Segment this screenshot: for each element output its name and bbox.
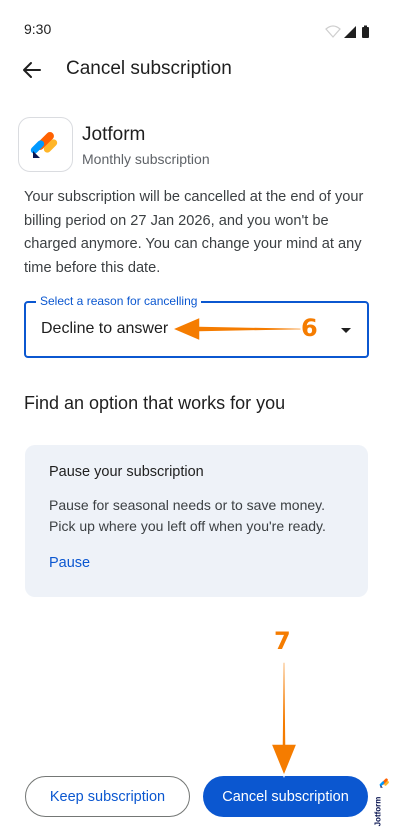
battery-icon	[362, 27, 369, 38]
pause-card-title: Pause your subscription	[49, 464, 204, 480]
annotation-step-6: 6	[301, 314, 318, 342]
wifi-icon	[325, 25, 341, 38]
app-info: Jotform Monthly subscription	[18, 117, 378, 175]
cancel-subscription-button[interactable]: Cancel subscription	[203, 776, 368, 817]
page-title: Cancel subscription	[66, 58, 232, 79]
jotform-watermark-logo-icon	[379, 778, 389, 788]
cancellation-info: Your subscription will be cancelled at t…	[24, 189, 364, 276]
reason-select-value: Decline to answer	[41, 320, 169, 337]
jotform-logo-icon	[30, 131, 57, 158]
back-button[interactable]	[12, 50, 52, 90]
status-bar: 9:30	[0, 0, 393, 40]
keep-subscription-button[interactable]: Keep subscription	[25, 776, 190, 817]
pause-link[interactable]: Pause	[49, 555, 90, 571]
annotation-arrow-7	[269, 661, 299, 778]
app-icon	[18, 117, 73, 172]
status-time: 9:30	[24, 21, 52, 37]
pause-card-description: Pause for seasonal needs or to save mone…	[49, 497, 326, 534]
reason-select-label: Select a reason for cancelling	[36, 294, 202, 309]
signal-icon	[344, 26, 356, 38]
annotation-step-7: 7	[274, 627, 291, 655]
arrow-back-icon	[23, 62, 41, 78]
app-plan: Monthly subscription	[82, 151, 210, 167]
jotform-watermark: Jotform	[373, 777, 392, 831]
top-app-bar: Cancel subscription	[0, 48, 393, 92]
options-heading: Find an option that works for you	[24, 393, 286, 413]
app-name: Jotform	[82, 124, 146, 145]
pause-card: Pause your subscription Pause for season…	[25, 445, 368, 597]
dropdown-caret-icon	[341, 328, 351, 333]
status-icons	[325, 25, 369, 38]
jotform-watermark-text: Jotform	[373, 796, 383, 827]
